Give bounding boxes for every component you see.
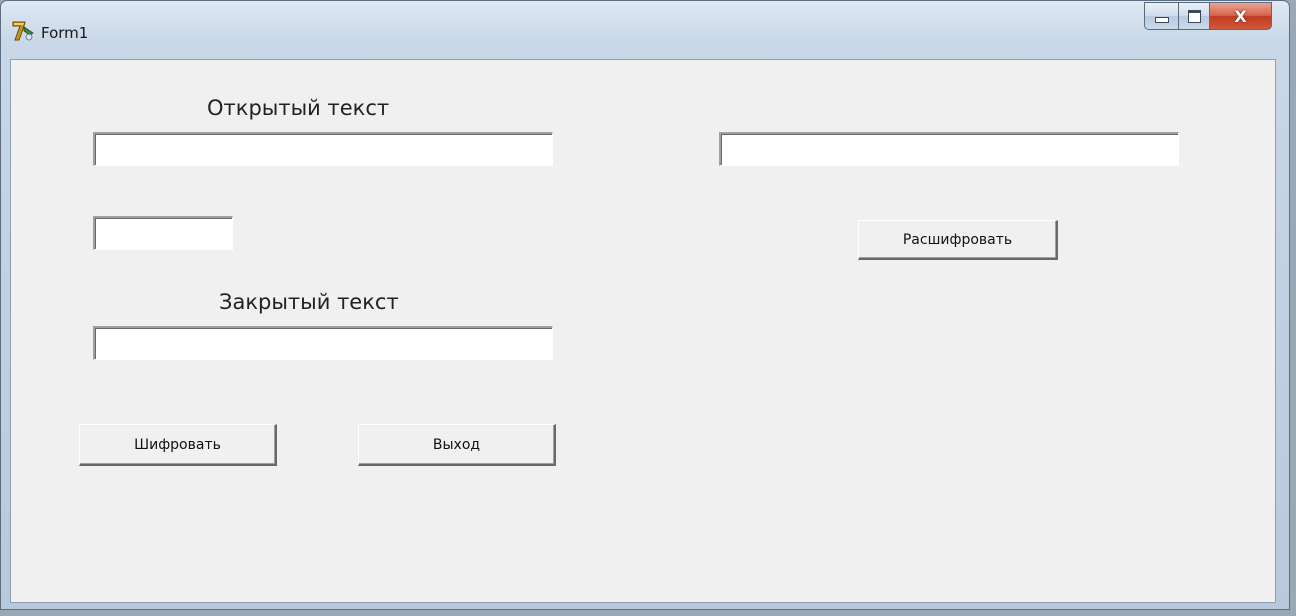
- minimize-icon: [1154, 17, 1169, 23]
- plain-text-label: Открытый текст: [207, 96, 390, 120]
- title-bar[interactable]: Form1 X: [1, 1, 1289, 59]
- plain-text-input[interactable]: [93, 132, 553, 166]
- decrypted-text-input[interactable]: [719, 132, 1179, 166]
- minimize-button[interactable]: [1144, 2, 1178, 30]
- window-title: Form1: [41, 24, 89, 42]
- delphi-app-icon[interactable]: [11, 19, 35, 43]
- key-input[interactable]: [93, 216, 233, 250]
- close-button[interactable]: X: [1210, 2, 1272, 30]
- caption-buttons: X: [1144, 2, 1272, 32]
- cipher-text-label: Закрытый текст: [219, 290, 399, 314]
- close-icon: X: [1234, 6, 1247, 26]
- form-client-area: Открытый текст Расшифровать Закрытый тек…: [10, 59, 1276, 603]
- maximize-button[interactable]: [1178, 2, 1210, 30]
- encrypt-button[interactable]: Шифровать: [79, 424, 277, 466]
- decrypt-button[interactable]: Расшифровать: [858, 220, 1058, 260]
- cipher-text-input[interactable]: [93, 326, 553, 360]
- exit-button[interactable]: Выход: [358, 424, 556, 466]
- main-window: Form1 X Открытый текст Расшифровать Закр…: [0, 0, 1290, 610]
- maximize-icon: [1187, 9, 1201, 23]
